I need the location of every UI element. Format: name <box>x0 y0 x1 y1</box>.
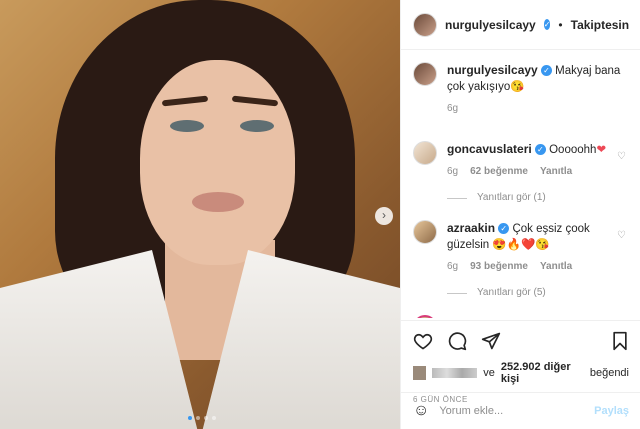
comments-list[interactable]: nurgulyesilcayy ✓ Makyaj bana çok yakışı… <box>401 50 640 318</box>
emoji-icon[interactable]: ☺ <box>413 402 429 420</box>
comment-text: Ooooohh <box>549 144 597 156</box>
likes-summary[interactable]: ve 252.902 diğer kişi beğendi <box>413 361 629 385</box>
photo-eye <box>170 120 204 132</box>
comment-time[interactable]: 6g <box>447 164 458 180</box>
liker-avatar <box>413 366 426 380</box>
heart-icon[interactable] <box>413 331 433 351</box>
view-replies[interactable]: Yanıtları gör (1) <box>447 190 622 206</box>
caption-username[interactable]: nurgulyesilcayy <box>447 63 538 77</box>
following-button[interactable]: Takiptesin <box>571 18 629 32</box>
replies-line <box>447 292 467 294</box>
carousel-dot <box>188 416 192 420</box>
verified-icon: ✓ <box>540 65 552 77</box>
comment-item: azraakin ✓ Çok eşsiz çook güzelsin 😍🔥❤️😘… <box>413 220 628 301</box>
commenter-avatar[interactable] <box>413 220 437 244</box>
reply-button[interactable]: Yanıtla <box>540 259 572 275</box>
carousel-dot <box>204 416 208 420</box>
author-avatar[interactable] <box>413 62 437 86</box>
heart-emoji: ❤ <box>596 144 607 156</box>
photo-lips <box>192 192 244 212</box>
replies-line <box>447 197 467 199</box>
view-replies-label: Yanıtları gör (5) <box>477 287 546 298</box>
verified-icon: ✓ <box>543 19 551 30</box>
post-panel: nurgulyesilcayy ✓ • Takiptesin nurgulyes… <box>400 0 640 429</box>
photo-face <box>140 60 295 265</box>
bookmark-icon[interactable] <box>611 331 629 351</box>
commenter-username[interactable]: goncavuslateri <box>447 142 532 156</box>
comment-item: sibelarna ❤ ♡ <box>413 315 628 318</box>
view-replies[interactable]: Yanıtları gör (5) <box>447 285 622 301</box>
comment-likes[interactable]: 93 beğenme <box>470 259 528 275</box>
comment-time[interactable]: 6g <box>447 259 458 275</box>
comment-likes[interactable]: 62 beğenme <box>470 164 528 180</box>
add-comment-bar: ☺ Paylaş <box>401 392 640 429</box>
caption-time[interactable]: 6g <box>447 101 458 117</box>
next-photo-button[interactable]: › <box>375 207 393 225</box>
likes-prefix: ve <box>483 367 495 379</box>
separator: • <box>558 17 563 32</box>
likes-suffix: beğendi <box>589 367 629 379</box>
comment-input[interactable] <box>439 405 585 417</box>
commenter-avatar[interactable] <box>413 141 437 165</box>
post-comment-button[interactable]: Paylaş <box>594 405 629 417</box>
commenter-username[interactable]: sibelarna <box>447 316 500 318</box>
carousel-dot <box>212 416 216 420</box>
reply-button[interactable]: Yanıtla <box>540 164 572 180</box>
like-comment-icon[interactable]: ♡ <box>617 230 626 241</box>
share-icon[interactable] <box>481 331 501 351</box>
commenter-username[interactable]: azraakin <box>447 221 495 235</box>
view-replies-label: Yanıtları gör (1) <box>477 192 546 203</box>
carousel-dot <box>196 416 200 420</box>
verified-icon: ✓ <box>498 223 510 235</box>
author-avatar[interactable] <box>413 12 437 37</box>
post-header: nurgulyesilcayy ✓ • Takiptesin <box>401 0 640 50</box>
carousel-dots <box>188 416 216 420</box>
comment-icon[interactable] <box>447 331 467 351</box>
caption: nurgulyesilcayy ✓ Makyaj bana çok yakışı… <box>413 62 628 117</box>
verified-icon: ✓ <box>534 144 546 156</box>
post-photo[interactable]: › <box>0 0 400 429</box>
photo-eye <box>240 120 274 132</box>
author-username[interactable]: nurgulyesilcayy <box>445 18 536 32</box>
liker-name-blurred <box>431 368 478 378</box>
likes-count[interactable]: 252.902 diğer kişi <box>501 361 584 385</box>
commenter-avatar[interactable] <box>413 315 437 318</box>
like-comment-icon[interactable]: ♡ <box>617 151 626 162</box>
comment-item: goncavuslateri ✓ Ooooohh❤ 6g 62 beğenme … <box>413 141 628 206</box>
